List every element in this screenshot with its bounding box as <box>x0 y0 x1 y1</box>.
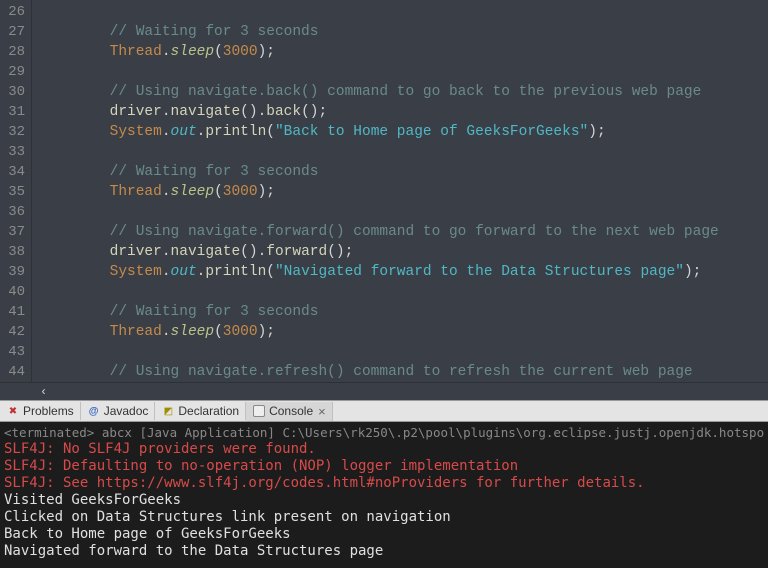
code-line[interactable]: driver.navigate().forward(); <box>40 242 768 262</box>
code-line[interactable]: driver.navigate().back(); <box>40 102 768 122</box>
line-number: 40 <box>0 282 25 302</box>
code-line[interactable]: // Using navigate.forward() command to g… <box>40 222 768 242</box>
code-line[interactable]: System.out.println("Navigated forward to… <box>40 262 768 282</box>
line-number: 36 <box>0 202 25 222</box>
code-content[interactable]: // Waiting for 3 seconds Thread.sleep(30… <box>32 0 768 382</box>
horizontal-scrollbar[interactable]: ‹ <box>0 382 768 400</box>
line-number: 31 <box>0 102 25 122</box>
console-line: Navigated forward to the Data Structures… <box>4 543 764 560</box>
code-line[interactable]: // Waiting for 3 seconds <box>40 22 768 42</box>
console-line: Clicked on Data Structures link present … <box>4 509 764 526</box>
code-editor[interactable]: 26272829303132333435363738394041424344 /… <box>0 0 768 382</box>
code-line[interactable] <box>40 282 768 302</box>
line-number: 43 <box>0 342 25 362</box>
tab-problems[interactable]: ✖ Problems <box>0 402 81 420</box>
line-number: 32 <box>0 122 25 142</box>
line-number: 35 <box>0 182 25 202</box>
line-number: 42 <box>0 322 25 342</box>
line-number: 38 <box>0 242 25 262</box>
line-number: 39 <box>0 262 25 282</box>
line-number: 37 <box>0 222 25 242</box>
console-line: SLF4J: No SLF4J providers were found. <box>4 441 764 458</box>
tab-label: Javadoc <box>104 404 149 418</box>
line-number: 30 <box>0 82 25 102</box>
declaration-icon: ◩ <box>161 404 175 418</box>
scroll-left-icon[interactable]: ‹ <box>40 385 47 399</box>
tab-label: Problems <box>23 404 74 418</box>
code-line[interactable]: // Using navigate.refresh() command to r… <box>40 362 768 382</box>
tab-declaration[interactable]: ◩ Declaration <box>155 402 246 420</box>
console-icon <box>252 404 266 418</box>
line-number: 44 <box>0 362 25 382</box>
line-number: 26 <box>0 2 25 22</box>
line-number: 41 <box>0 302 25 322</box>
code-line[interactable]: Thread.sleep(3000); <box>40 182 768 202</box>
console-line: Visited GeeksForGeeks <box>4 492 764 509</box>
line-number: 34 <box>0 162 25 182</box>
console-line: SLF4J: Defaulting to no-operation (NOP) … <box>4 458 764 475</box>
problems-icon: ✖ <box>6 404 20 418</box>
console-line: SLF4J: See https://www.slf4j.org/codes.h… <box>4 475 764 492</box>
code-line[interactable]: Thread.sleep(3000); <box>40 42 768 62</box>
code-line[interactable] <box>40 342 768 362</box>
line-number-gutter: 26272829303132333435363738394041424344 <box>0 0 32 382</box>
console-output[interactable]: <terminated> abcx [Java Application] C:\… <box>0 422 768 568</box>
javadoc-icon: @ <box>87 404 101 418</box>
tab-label: Console <box>269 404 313 418</box>
code-line[interactable]: // Waiting for 3 seconds <box>40 162 768 182</box>
tab-javadoc[interactable]: @ Javadoc <box>81 402 156 420</box>
code-line[interactable]: System.out.println("Back to Home page of… <box>40 122 768 142</box>
code-line[interactable]: Thread.sleep(3000); <box>40 322 768 342</box>
line-number: 29 <box>0 62 25 82</box>
line-number: 33 <box>0 142 25 162</box>
code-line[interactable]: // Waiting for 3 seconds <box>40 302 768 322</box>
code-line[interactable]: // Using navigate.back() command to go b… <box>40 82 768 102</box>
close-icon[interactable]: × <box>318 404 326 419</box>
code-line[interactable] <box>40 142 768 162</box>
code-line[interactable] <box>40 62 768 82</box>
console-line: Back to Home page of GeeksForGeeks <box>4 526 764 543</box>
code-line[interactable] <box>40 2 768 22</box>
console-run-info: <terminated> abcx [Java Application] C:\… <box>4 422 764 441</box>
line-number: 27 <box>0 22 25 42</box>
code-line[interactable] <box>40 202 768 222</box>
bottom-panel-tabs: ✖ Problems @ Javadoc ◩ Declaration Conso… <box>0 400 768 422</box>
line-number: 28 <box>0 42 25 62</box>
tab-console[interactable]: Console × <box>246 402 333 421</box>
tab-label: Declaration <box>178 404 239 418</box>
